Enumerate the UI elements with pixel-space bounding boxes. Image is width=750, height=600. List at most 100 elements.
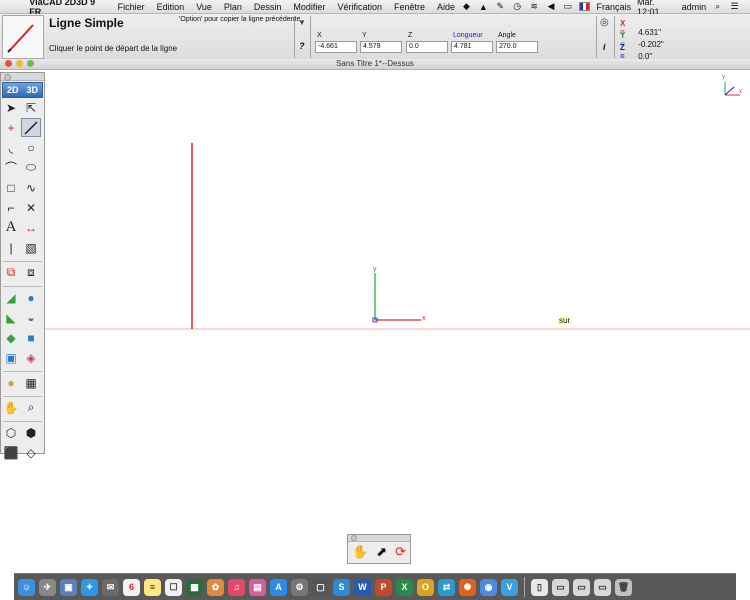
- reminders-icon[interactable]: ☐: [165, 578, 182, 596]
- menu-edition[interactable]: Edition: [157, 2, 185, 12]
- wifi-icon[interactable]: ≋: [529, 1, 540, 12]
- view-wireframe-icon[interactable]: ⬡: [1, 423, 21, 442]
- finder-icon[interactable]: ☺: [18, 578, 35, 596]
- zoom-window-icon[interactable]: ⬈: [376, 544, 387, 560]
- length-field[interactable]: 4.781: [451, 41, 493, 53]
- hatch-icon[interactable]: ▧: [21, 238, 41, 257]
- powerpoint-icon[interactable]: P: [375, 578, 392, 596]
- adobe-icon[interactable]: ▲: [478, 2, 489, 12]
- viacad-icon[interactable]: V: [501, 578, 518, 596]
- calendar-icon[interactable]: 6: [123, 578, 140, 596]
- menu-fenetre[interactable]: Fenêtre: [394, 2, 425, 12]
- photos-icon[interactable]: ✿: [207, 578, 224, 596]
- photo-booth-icon[interactable]: ▩: [186, 578, 203, 596]
- chrome-icon[interactable]: ◉: [480, 578, 497, 596]
- circle-icon[interactable]: ○: [21, 138, 41, 157]
- select-arrow-icon[interactable]: ➤: [1, 98, 21, 117]
- spotlight-icon[interactable]: ⌕: [712, 1, 723, 12]
- mode-2d-button[interactable]: 2D: [3, 83, 23, 97]
- screenshot-stack-icon[interactable]: ▭: [573, 578, 590, 596]
- utility-icon[interactable]: ▢: [312, 578, 329, 596]
- point-icon[interactable]: +: [1, 118, 21, 137]
- select-subobject-icon[interactable]: ⇱: [21, 98, 41, 117]
- extrude-icon[interactable]: ◢: [1, 288, 21, 307]
- trim-icon[interactable]: ✕: [21, 198, 41, 217]
- view-iso-icon[interactable]: ⬢: [21, 423, 41, 442]
- app-store-icon[interactable]: A: [270, 578, 287, 596]
- palette-titlebar[interactable]: [1, 73, 44, 81]
- notes-icon[interactable]: ≡: [144, 578, 161, 596]
- folder-stack-icon[interactable]: ▭: [594, 578, 611, 596]
- outlook-icon[interactable]: O: [417, 578, 434, 596]
- menu-verification[interactable]: Vérification: [337, 2, 382, 12]
- sweep-icon[interactable]: ◆: [1, 328, 21, 347]
- pan-hand-icon[interactable]: ✋: [1, 398, 21, 417]
- language-menu[interactable]: Français: [596, 2, 631, 12]
- excel-icon[interactable]: X: [396, 578, 413, 596]
- mode-switch[interactable]: 2D 3D: [2, 82, 43, 98]
- y-field[interactable]: 4.579: [360, 41, 402, 53]
- drawing-window-titlebar[interactable]: Sans Titre 1*--Dessus: [0, 59, 750, 70]
- shell-icon[interactable]: ▣: [1, 348, 21, 367]
- box-solid-icon[interactable]: ■: [21, 328, 41, 347]
- mode-3d-button[interactable]: 3D: [23, 83, 43, 97]
- mail-icon[interactable]: ✉: [102, 578, 119, 596]
- firefox-icon[interactable]: ✺: [459, 578, 476, 596]
- modify-solid-icon[interactable]: ◈: [21, 348, 41, 367]
- word-icon[interactable]: W: [354, 578, 371, 596]
- arc-icon[interactable]: ◟: [1, 138, 21, 157]
- skype-icon[interactable]: S: [333, 578, 350, 596]
- help-icon[interactable]: ?: [299, 41, 305, 51]
- zoom-icon[interactable]: ⌕: [21, 398, 41, 417]
- evernote-icon[interactable]: ✎: [495, 1, 506, 12]
- curve-icon[interactable]: ⌒: [1, 158, 21, 177]
- rotate-view-icon[interactable]: ⟳: [395, 544, 406, 560]
- render-icon[interactable]: ●: [1, 373, 21, 392]
- launchpad-icon[interactable]: ✈: [39, 578, 56, 596]
- view-tools-close-button[interactable]: [351, 535, 357, 541]
- itunes-icon[interactable]: ♫: [228, 578, 245, 596]
- palette-close-button[interactable]: [4, 74, 11, 81]
- downloads-stack-icon[interactable]: ▭: [552, 578, 569, 596]
- preview-icon[interactable]: ▣: [60, 578, 77, 596]
- menu-fichier[interactable]: Fichier: [118, 2, 145, 12]
- z-field[interactable]: 0.0: [406, 41, 448, 53]
- ibooks-icon[interactable]: ▤: [249, 578, 266, 596]
- trash-icon[interactable]: 🗑: [615, 578, 632, 596]
- dropbox-icon[interactable]: ◆: [461, 1, 472, 12]
- fillet-icon[interactable]: ⌐: [1, 198, 21, 217]
- menu-vue[interactable]: Vue: [196, 2, 212, 12]
- angle-field[interactable]: 270.0: [496, 41, 538, 53]
- user-menu[interactable]: admin: [682, 2, 707, 12]
- loft-icon[interactable]: ◣: [1, 308, 21, 327]
- notification-center-icon[interactable]: ☰: [729, 1, 740, 12]
- menu-dessin[interactable]: Dessin: [254, 2, 282, 12]
- view-shaded-icon[interactable]: ⬛: [1, 443, 21, 462]
- menu-aide[interactable]: Aide: [437, 2, 455, 12]
- boolean-icon[interactable]: ◒: [21, 308, 41, 327]
- line-icon[interactable]: [21, 118, 41, 137]
- teamviewer-icon[interactable]: ⇄: [438, 578, 455, 596]
- centerline-icon[interactable]: |: [1, 238, 21, 257]
- spline-icon[interactable]: ∿: [21, 178, 41, 197]
- ellipse-icon[interactable]: ⬭: [21, 158, 41, 177]
- safari-icon[interactable]: ✦: [81, 578, 98, 596]
- rectangle-icon[interactable]: □: [1, 178, 21, 197]
- time-machine-icon[interactable]: ◷: [512, 1, 523, 12]
- pan-hand-icon[interactable]: ✋: [352, 544, 368, 560]
- drawing-canvas[interactable]: y x y x sur: [0, 70, 750, 573]
- view-tools-titlebar[interactable]: [348, 535, 410, 542]
- text-icon[interactable]: A: [1, 218, 21, 237]
- pattern-icon[interactable]: ⧈: [21, 263, 41, 282]
- menu-plan[interactable]: Plan: [224, 2, 242, 12]
- transform-icon[interactable]: ⧉: [1, 263, 21, 282]
- crosshair-icon[interactable]: ◎: [600, 17, 609, 28]
- battery-icon[interactable]: ▭: [562, 1, 573, 12]
- layout-icon[interactable]: ▦: [21, 373, 41, 392]
- x-field[interactable]: -4.661: [315, 41, 357, 53]
- document-icon[interactable]: ▯: [531, 578, 548, 596]
- info-icon[interactable]: i: [603, 42, 606, 52]
- volume-icon[interactable]: ◀: [546, 1, 557, 12]
- menu-modifier[interactable]: Modifier: [293, 2, 325, 12]
- view-hidden-icon[interactable]: ◇: [21, 443, 41, 462]
